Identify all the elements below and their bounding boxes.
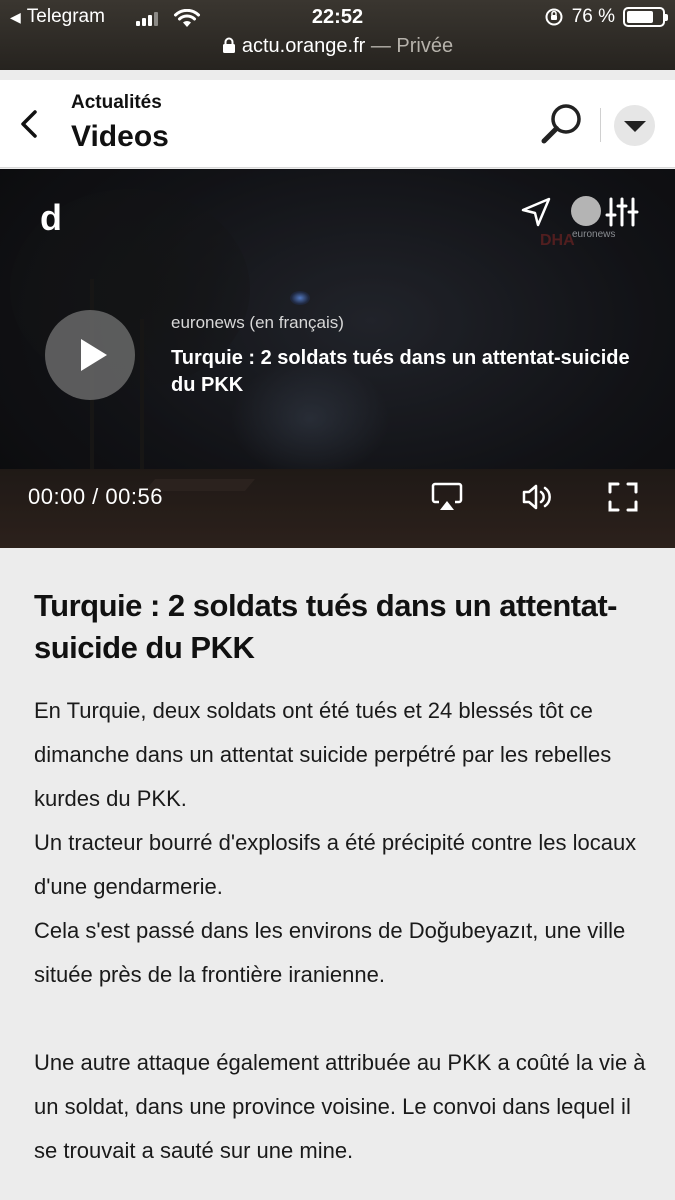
- header-divider: [600, 108, 601, 142]
- url-text: actu.orange.fr: [241, 35, 366, 57]
- orientation-lock-icon: [545, 8, 563, 26]
- volume-icon[interactable]: [521, 482, 553, 512]
- airplay-icon[interactable]: [431, 482, 463, 512]
- dha-watermark: DHA: [540, 232, 575, 249]
- back-chevron-icon[interactable]: [14, 104, 48, 144]
- article: Turquie : 2 soldats tués dans un attenta…: [34, 585, 649, 1173]
- lock-icon: [222, 37, 235, 53]
- fullscreen-icon[interactable]: [608, 482, 638, 512]
- channel-avatar[interactable]: [571, 196, 601, 226]
- app-header: Actualités Videos: [0, 80, 675, 168]
- private-label: — Privée: [365, 35, 454, 57]
- article-paragraph: Un tracteur bourré d'explosifs a été pré…: [34, 830, 637, 899]
- ios-status-bar: ◀ Telegram 22:52 76 % actu.orange.fr — P…: [0, 0, 675, 70]
- share-icon[interactable]: [520, 196, 552, 228]
- breadcrumb[interactable]: Actualités: [71, 92, 162, 114]
- url-bar[interactable]: actu.orange.fr — Privée: [0, 35, 675, 58]
- settings-sliders-icon[interactable]: [605, 196, 639, 228]
- page-title: Videos: [71, 120, 169, 153]
- dropdown-menu-button[interactable]: [614, 105, 655, 146]
- battery-percent: 76 %: [571, 6, 615, 27]
- video-title: Turquie : 2 soldats tués dans un attenta…: [171, 347, 630, 396]
- dailymotion-logo: d: [40, 197, 62, 238]
- article-paragraph: Une autre attaque également attribuée au…: [34, 1050, 646, 1163]
- article-title: Turquie : 2 soldats tués dans un attenta…: [34, 588, 618, 665]
- battery-icon: [623, 7, 668, 27]
- video-time: 00:00 / 00:56: [28, 484, 163, 509]
- euronews-watermark: euronews: [572, 229, 616, 240]
- play-button[interactable]: [45, 310, 135, 400]
- article-paragraph: En Turquie, deux soldats ont été tués et…: [34, 698, 612, 811]
- article-paragraph: Cela s'est passé dans les environs de Do…: [34, 918, 626, 987]
- search-icon[interactable]: [538, 100, 586, 148]
- article-body: En Turquie, deux soldats ont été tués et…: [34, 689, 649, 1173]
- video-source: euronews (en français): [171, 313, 344, 332]
